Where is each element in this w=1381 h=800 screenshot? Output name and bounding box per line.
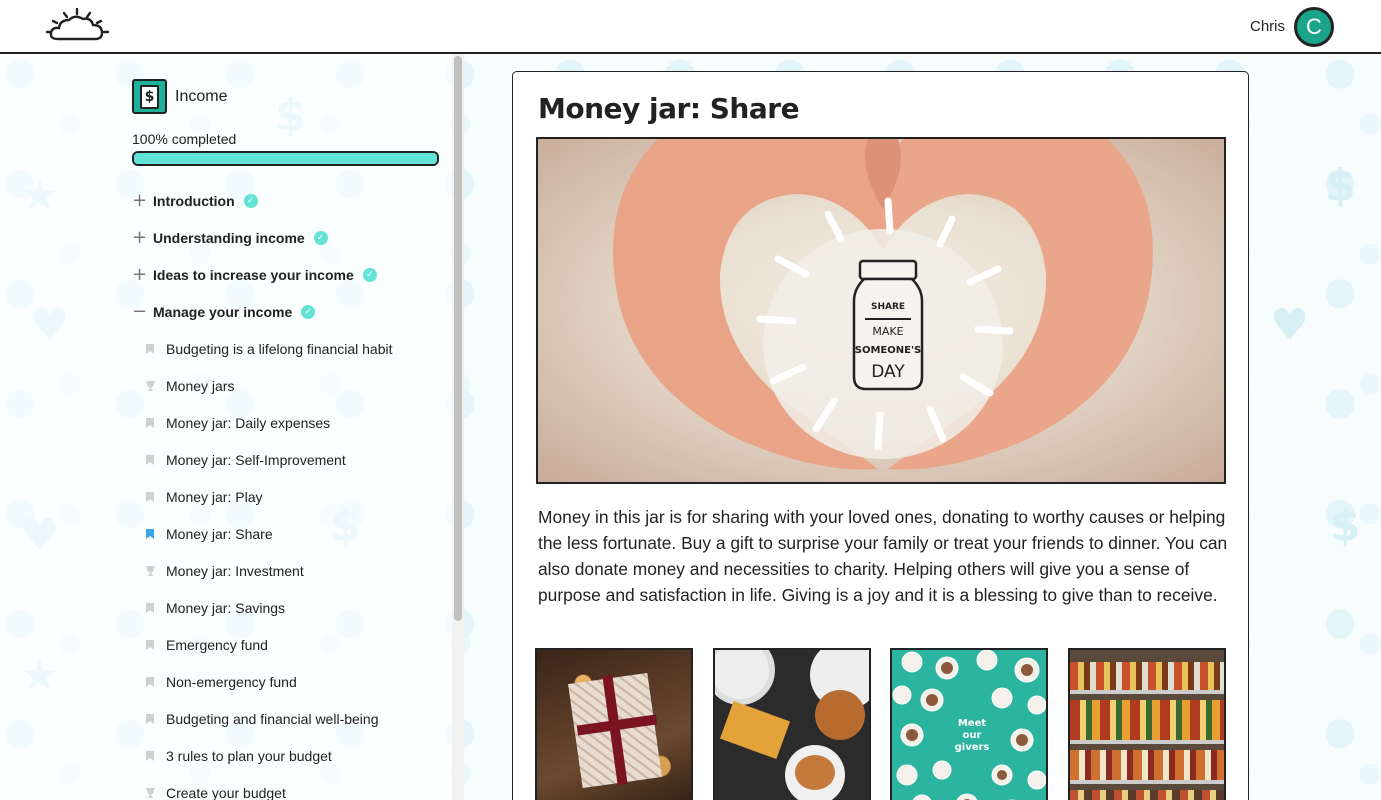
- top-header: Chris C: [0, 0, 1381, 54]
- expand-plus-icon[interactable]: +: [132, 192, 152, 210]
- givers-text-line1: Meet: [958, 718, 987, 729]
- lesson-card: Money jar: Share SHARE MAKE SOMEONE'S DA…: [512, 71, 1249, 800]
- hero-image: SHARE MAKE SOMEONE'S DAY: [536, 137, 1226, 484]
- lesson-label: Emergency fund: [166, 637, 268, 653]
- jar-label-line1: MAKE: [872, 325, 903, 338]
- lesson-item[interactable]: Money jar: Daily expenses: [146, 413, 330, 433]
- heart-doodle-icon: ♥: [1270, 300, 1310, 351]
- givers-text-line2: our: [963, 730, 982, 741]
- check-circle-icon: ✓: [362, 268, 377, 282]
- section-label: Understanding income: [153, 230, 305, 246]
- lesson-label: 3 rules to plan your budget: [166, 748, 332, 764]
- burger: [815, 690, 865, 740]
- lesson-item[interactable]: Emergency fund: [146, 635, 268, 655]
- sidebar-scrollbar-thumb[interactable]: [454, 56, 462, 621]
- lesson-item[interactable]: Money jars: [146, 376, 234, 396]
- section-introduction[interactable]: + Introduction ✓: [132, 191, 258, 211]
- progress-bar: [132, 151, 439, 166]
- bookmark-icon: [146, 640, 154, 650]
- lesson-label: Create your budget: [166, 785, 286, 800]
- section-understanding-income[interactable]: + Understanding income ✓: [132, 228, 328, 248]
- lesson-label: Money jar: Daily expenses: [166, 415, 331, 431]
- jar-label-line3: DAY: [871, 362, 905, 382]
- lesson-label: Money jars: [166, 378, 235, 394]
- page-title: Money jar: Share: [538, 92, 800, 125]
- lesson-label: Budgeting is a lifelong financial habit: [166, 341, 393, 357]
- gift-photo: [535, 648, 693, 800]
- bookmark-icon: [146, 677, 154, 687]
- course-sidebar: $ Income 100% completed + Introduction ✓…: [0, 54, 464, 800]
- bookmark-icon: [146, 603, 154, 613]
- lesson-item[interactable]: Non-emergency fund: [146, 672, 297, 692]
- expand-plus-icon[interactable]: +: [132, 266, 152, 284]
- jar-label-line2: SOMEONE'S: [855, 345, 921, 356]
- section-ideas-to-increase-income[interactable]: + Ideas to increase your income ✓: [132, 265, 377, 285]
- lesson-label: Money jar: Savings: [166, 600, 286, 616]
- course-title: Income: [175, 88, 228, 105]
- lesson-item[interactable]: Money jar: Self-Improvement: [146, 450, 346, 470]
- shelf: [1070, 780, 1224, 784]
- givers-text-line3: givers: [955, 742, 990, 753]
- lesson-label: Money jar: Share: [166, 526, 273, 542]
- trophy-icon: [146, 788, 155, 798]
- bookmark-icon: [146, 492, 154, 502]
- section-label: Ideas to increase your income: [153, 267, 354, 283]
- plate: [715, 650, 775, 705]
- avatar[interactable]: C: [1294, 7, 1334, 47]
- lesson-item[interactable]: Money jar: Investment: [146, 561, 304, 581]
- lesson-item[interactable]: Money jar: Savings: [146, 598, 285, 618]
- section-label: Introduction: [153, 193, 235, 209]
- progress-fill: [134, 153, 437, 164]
- cloud-sun-logo-icon[interactable]: [44, 8, 110, 46]
- shelf: [1070, 740, 1224, 744]
- shelf-products: [1070, 662, 1224, 690]
- dollar-doodle-icon: $: [1325, 160, 1356, 211]
- fries: [719, 700, 791, 760]
- section-manage-your-income[interactable]: − Manage your income ✓: [132, 302, 316, 322]
- lesson-item[interactable]: Budgeting is a lifelong financial habit: [146, 339, 393, 359]
- user-name[interactable]: Chris: [1250, 18, 1285, 35]
- bookmark-icon: [146, 455, 154, 465]
- bookmark-icon: [146, 751, 154, 761]
- money-dollar-icon: $: [132, 79, 167, 114]
- check-circle-icon: ✓: [243, 194, 258, 208]
- meet-our-givers-photo: Meet our givers: [890, 648, 1048, 800]
- lesson-label: Non-emergency fund: [166, 674, 297, 690]
- lesson-label: Money jar: Self-Improvement: [166, 452, 346, 468]
- lesson-item[interactable]: Money jar: Play: [146, 487, 262, 507]
- jar-label-top: SHARE: [871, 302, 905, 312]
- check-circle-icon: ✓: [313, 231, 328, 245]
- dollar-doodle-icon: $: [1330, 500, 1361, 551]
- check-circle-icon: ✓: [301, 305, 316, 319]
- trophy-icon: [146, 566, 155, 576]
- shelf-products: [1070, 750, 1224, 780]
- lesson-item[interactable]: Create your budget: [146, 783, 286, 800]
- collapse-minus-icon[interactable]: −: [132, 303, 152, 321]
- lesson-item-active[interactable]: Money jar: Share: [146, 524, 273, 544]
- dinner-photo: [713, 648, 871, 800]
- lesson-body-text: Money in this jar is for sharing with yo…: [538, 507, 1228, 605]
- progress-text: 100% completed: [132, 131, 237, 147]
- expand-plus-icon[interactable]: +: [132, 229, 152, 247]
- shelf-products: [1070, 700, 1224, 740]
- lesson-label: Money jar: Investment: [166, 563, 304, 579]
- section-label: Manage your income: [153, 304, 293, 320]
- lesson-item[interactable]: Budgeting and financial well-being: [146, 709, 378, 729]
- bookmark-icon: [146, 529, 154, 539]
- food: [795, 755, 835, 790]
- bookmark-icon: [146, 344, 154, 354]
- bookmark-icon: [146, 714, 154, 724]
- heart-hands-illustration: SHARE MAKE SOMEONE'S DAY: [613, 139, 1153, 470]
- lesson-label: Budgeting and financial well-being: [166, 711, 379, 727]
- shelf-products: [1070, 790, 1224, 800]
- lesson-label: Money jar: Play: [166, 489, 263, 505]
- shelf: [1070, 690, 1224, 694]
- trophy-icon: [146, 381, 155, 391]
- bookmark-icon: [146, 418, 154, 428]
- givers-collage: Meet our givers: [892, 650, 1046, 800]
- pantry-photo: [1068, 648, 1226, 800]
- lesson-item[interactable]: 3 rules to plan your budget: [146, 746, 332, 766]
